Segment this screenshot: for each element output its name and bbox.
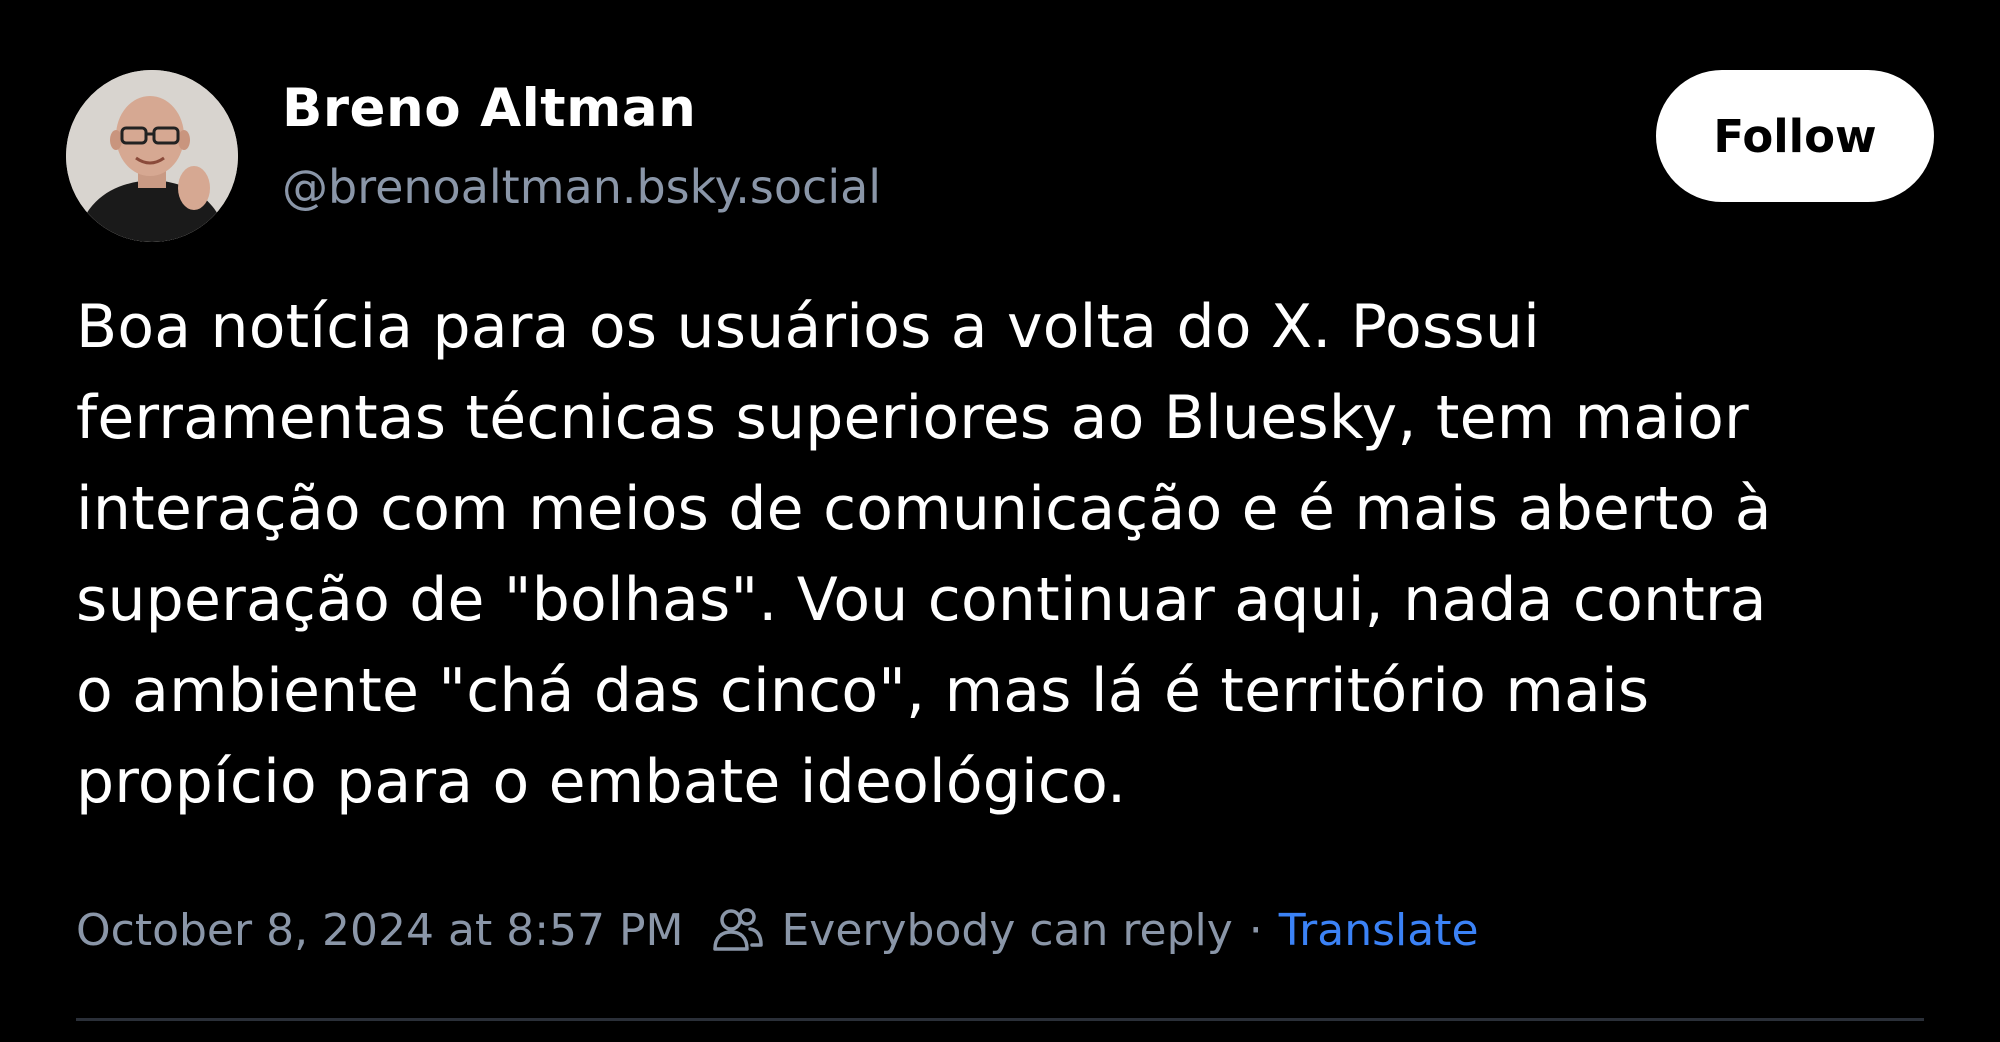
post-meta: October 8, 2024 at 8:57 PM Everybody can… bbox=[76, 898, 1479, 962]
divider bbox=[76, 1018, 1924, 1021]
reply-setting[interactable]: Everybody can reply bbox=[782, 905, 1233, 956]
meta-separator: · bbox=[1248, 904, 1263, 956]
translate-link[interactable]: Translate bbox=[1279, 905, 1479, 956]
post-text: Boa notícia para os usuários a volta do … bbox=[76, 292, 1772, 817]
follow-button[interactable]: Follow bbox=[1656, 70, 1934, 202]
avatar[interactable] bbox=[66, 70, 238, 242]
author-handle[interactable]: @brenoaltman.bsky.social bbox=[282, 160, 881, 214]
author-display-name[interactable]: Breno Altman bbox=[282, 78, 696, 139]
people-icon bbox=[712, 907, 764, 953]
post-timestamp[interactable]: October 8, 2024 at 8:57 PM bbox=[76, 905, 684, 956]
post-card: Breno Altman @brenoaltman.bsky.social Fo… bbox=[0, 0, 2000, 1042]
avatar-image bbox=[66, 70, 238, 242]
